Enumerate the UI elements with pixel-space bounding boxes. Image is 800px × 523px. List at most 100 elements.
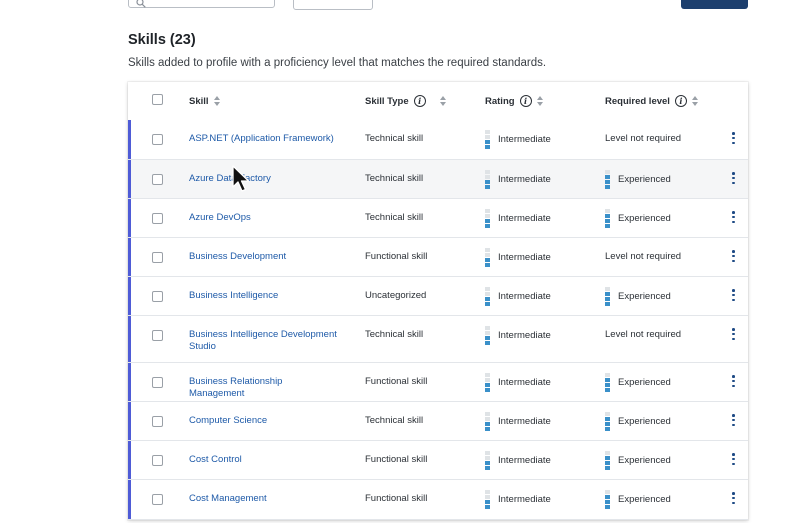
rating-value: Intermediate	[498, 174, 551, 185]
info-icon[interactable]: i	[413, 95, 426, 107]
row-checkbox[interactable]	[152, 291, 163, 302]
skill-type: Technical skill	[365, 133, 424, 144]
skill-link[interactable]: Computer Science	[189, 415, 339, 427]
proficiency-meter-icon	[485, 412, 490, 431]
skill-link[interactable]: Cost Management	[189, 493, 339, 505]
rating-value: Intermediate	[498, 455, 551, 466]
row-accent-bar	[128, 363, 131, 401]
skill-type: Functional skill	[365, 454, 428, 465]
row-checkbox[interactable]	[152, 174, 163, 185]
column-header-label: Required level	[605, 95, 670, 107]
more-options-icon[interactable]	[732, 172, 735, 187]
skill-type: Functional skill	[365, 251, 428, 262]
proficiency-meter-icon	[485, 451, 490, 470]
row-accent-bar	[128, 160, 131, 198]
row-accent-bar	[128, 238, 131, 276]
table-row[interactable]: Business Relationship Management Function…	[128, 363, 748, 402]
proficiency-meter-icon	[485, 287, 490, 306]
info-icon[interactable]: i	[519, 95, 532, 107]
rating-value: Intermediate	[498, 252, 551, 263]
skill-link[interactable]: Business Development	[189, 251, 339, 263]
more-options-icon[interactable]	[732, 375, 735, 390]
skill-link[interactable]: Business Intelligence	[189, 290, 339, 302]
row-accent-bar	[128, 316, 131, 362]
skill-link[interactable]: ASP.NET (Application Framework)	[189, 133, 339, 145]
skill-link[interactable]: Business Intelligence Development Studio	[189, 329, 339, 353]
column-header-skill[interactable]: Skill	[189, 82, 220, 120]
proficiency-meter-icon	[605, 170, 610, 189]
row-checkbox[interactable]	[152, 134, 163, 145]
proficiency-meter-icon	[605, 287, 610, 306]
column-header-label: Rating	[485, 95, 515, 107]
required-level-value: Experienced	[618, 455, 671, 466]
table-row[interactable]: Business Intelligence Uncategorized Interm…	[128, 277, 748, 316]
rating-value: Intermediate	[498, 416, 551, 427]
filter-dropdown[interactable]	[293, 0, 373, 10]
table-row[interactable]: Business Intelligence Development Studio…	[128, 316, 748, 363]
sort-icon[interactable]	[536, 96, 543, 106]
row-checkbox[interactable]	[152, 330, 163, 341]
search-input[interactable]	[128, 0, 275, 8]
more-options-icon[interactable]	[732, 453, 735, 468]
more-options-icon[interactable]	[732, 211, 735, 226]
rating-value: Intermediate	[498, 494, 551, 505]
required-level-value: Experienced	[618, 291, 671, 302]
column-header-rating[interactable]: Rating i	[485, 82, 543, 120]
section-description: Skills added to profile with a proficien…	[128, 57, 547, 69]
more-options-icon[interactable]	[732, 289, 735, 304]
proficiency-meter-icon	[485, 170, 490, 189]
table-row[interactable]: Azure Data Factory Technical skill Interme…	[128, 160, 748, 199]
more-options-icon[interactable]	[732, 414, 735, 429]
row-accent-bar	[128, 441, 131, 479]
required-level-value: Experienced	[618, 377, 671, 388]
row-checkbox[interactable]	[152, 213, 163, 224]
required-level-value: Experienced	[618, 213, 671, 224]
required-level-value: Experienced	[618, 174, 671, 185]
skill-link[interactable]: Business Relationship Management	[189, 376, 339, 400]
row-checkbox[interactable]	[152, 252, 163, 263]
rating-value: Intermediate	[498, 330, 551, 341]
skills-table: Skill Skill Type i Rating i Required lev…	[128, 82, 748, 520]
required-level-value: Experienced	[618, 416, 671, 427]
more-options-icon[interactable]	[732, 492, 735, 507]
row-checkbox[interactable]	[152, 416, 163, 427]
table-row[interactable]: Cost Control Functional skill Intermediate…	[128, 441, 748, 480]
required-level-value: Level not required	[605, 133, 682, 144]
table-row[interactable]: ASP.NET (Application Framework) Technical…	[128, 120, 748, 160]
sort-icon[interactable]	[439, 96, 446, 106]
proficiency-meter-icon	[605, 490, 610, 509]
proficiency-meter-icon	[485, 209, 490, 228]
row-accent-bar	[128, 480, 131, 519]
skill-type: Technical skill	[365, 212, 424, 223]
row-checkbox[interactable]	[152, 494, 163, 505]
row-checkbox[interactable]	[152, 455, 163, 466]
row-accent-bar	[128, 120, 131, 159]
section-title: Skills (23)	[128, 32, 196, 48]
skill-link[interactable]: Cost Control	[189, 454, 339, 466]
proficiency-meter-icon	[485, 326, 490, 345]
primary-action-button[interactable]	[681, 0, 748, 9]
skill-type: Technical skill	[365, 173, 424, 184]
table-row[interactable]: Business Development Functional skill Inte…	[128, 238, 748, 277]
skill-link[interactable]: Azure Data Factory	[189, 173, 339, 185]
proficiency-meter-icon	[605, 412, 610, 431]
table-row[interactable]: Cost Management Functional skill Intermedi…	[128, 480, 748, 520]
more-options-icon[interactable]	[732, 250, 735, 265]
proficiency-meter-icon	[605, 209, 610, 228]
table-row[interactable]: Azure DevOps Technical skill Intermediate E…	[128, 199, 748, 238]
skill-link[interactable]: Azure DevOps	[189, 212, 339, 224]
row-checkbox[interactable]	[152, 377, 163, 388]
column-header-skill-type[interactable]: Skill Type i	[365, 82, 446, 120]
skill-type: Functional skill	[365, 376, 428, 387]
skill-type: Uncategorized	[365, 290, 427, 301]
required-level-value: Level not required	[605, 251, 682, 262]
column-header-required-level[interactable]: Required level i	[605, 82, 698, 120]
sort-icon[interactable]	[213, 96, 220, 106]
info-icon[interactable]: i	[674, 95, 687, 107]
select-all-checkbox[interactable]	[152, 94, 163, 105]
skill-type: Technical skill	[365, 415, 424, 426]
more-options-icon[interactable]	[732, 328, 735, 343]
sort-icon[interactable]	[691, 96, 698, 106]
more-options-icon[interactable]	[732, 132, 735, 147]
table-row[interactable]: Computer Science Technical skill Intermedi…	[128, 402, 748, 441]
